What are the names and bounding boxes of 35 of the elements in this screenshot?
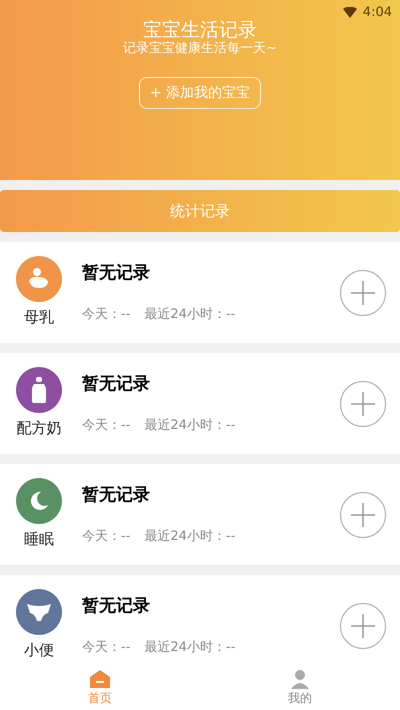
today-count: 今天：-- bbox=[82, 306, 130, 324]
plus-icon bbox=[351, 280, 375, 304]
plus-icon bbox=[351, 502, 375, 526]
wifi-icon bbox=[342, 7, 357, 18]
stats-button[interactable]: 统计记录 bbox=[0, 190, 400, 232]
add-record-button[interactable] bbox=[340, 380, 386, 426]
add-record-button[interactable] bbox=[340, 602, 386, 648]
today-count: 今天：-- bbox=[82, 638, 130, 656]
last-24h-count: 最近24小时：-- bbox=[144, 638, 236, 656]
home-icon bbox=[89, 669, 111, 689]
add-record-button[interactable] bbox=[340, 270, 386, 316]
today-count: 今天：-- bbox=[82, 416, 130, 434]
category-label: 母乳 bbox=[24, 307, 54, 328]
nav-tab[interactable]: 我的 bbox=[200, 666, 400, 710]
plus-icon bbox=[351, 614, 375, 638]
user-icon bbox=[289, 669, 311, 689]
record-status: 暂无记录 bbox=[82, 262, 151, 285]
category-label: 配方奶 bbox=[16, 418, 62, 440]
add-baby-button[interactable]: + 添加我的宝宝 bbox=[138, 77, 262, 109]
record-status: 暂无记录 bbox=[82, 484, 151, 507]
category-label: 小便 bbox=[24, 640, 54, 662]
plus-icon bbox=[351, 392, 375, 416]
record-status: 暂无记录 bbox=[82, 595, 151, 618]
app-subtitle: 记录宝宝健康生活每一天~ bbox=[123, 41, 277, 57]
add-record-button[interactable] bbox=[340, 492, 386, 538]
last-24h-count: 最近24小时：-- bbox=[144, 416, 236, 434]
last-24h-count: 最近24小时：-- bbox=[144, 306, 236, 324]
category-label: 睡眠 bbox=[24, 529, 54, 550]
diaper-icon bbox=[25, 601, 53, 624]
nav-tab[interactable]: 首页 bbox=[0, 666, 200, 710]
today-count: 今天：-- bbox=[82, 528, 130, 546]
last-24h-count: 最近24小时：-- bbox=[144, 528, 236, 546]
record-status: 暂无记录 bbox=[82, 373, 151, 396]
status-time: 4:04 bbox=[362, 4, 392, 22]
app-title: 宝宝生活记录 bbox=[143, 19, 257, 41]
